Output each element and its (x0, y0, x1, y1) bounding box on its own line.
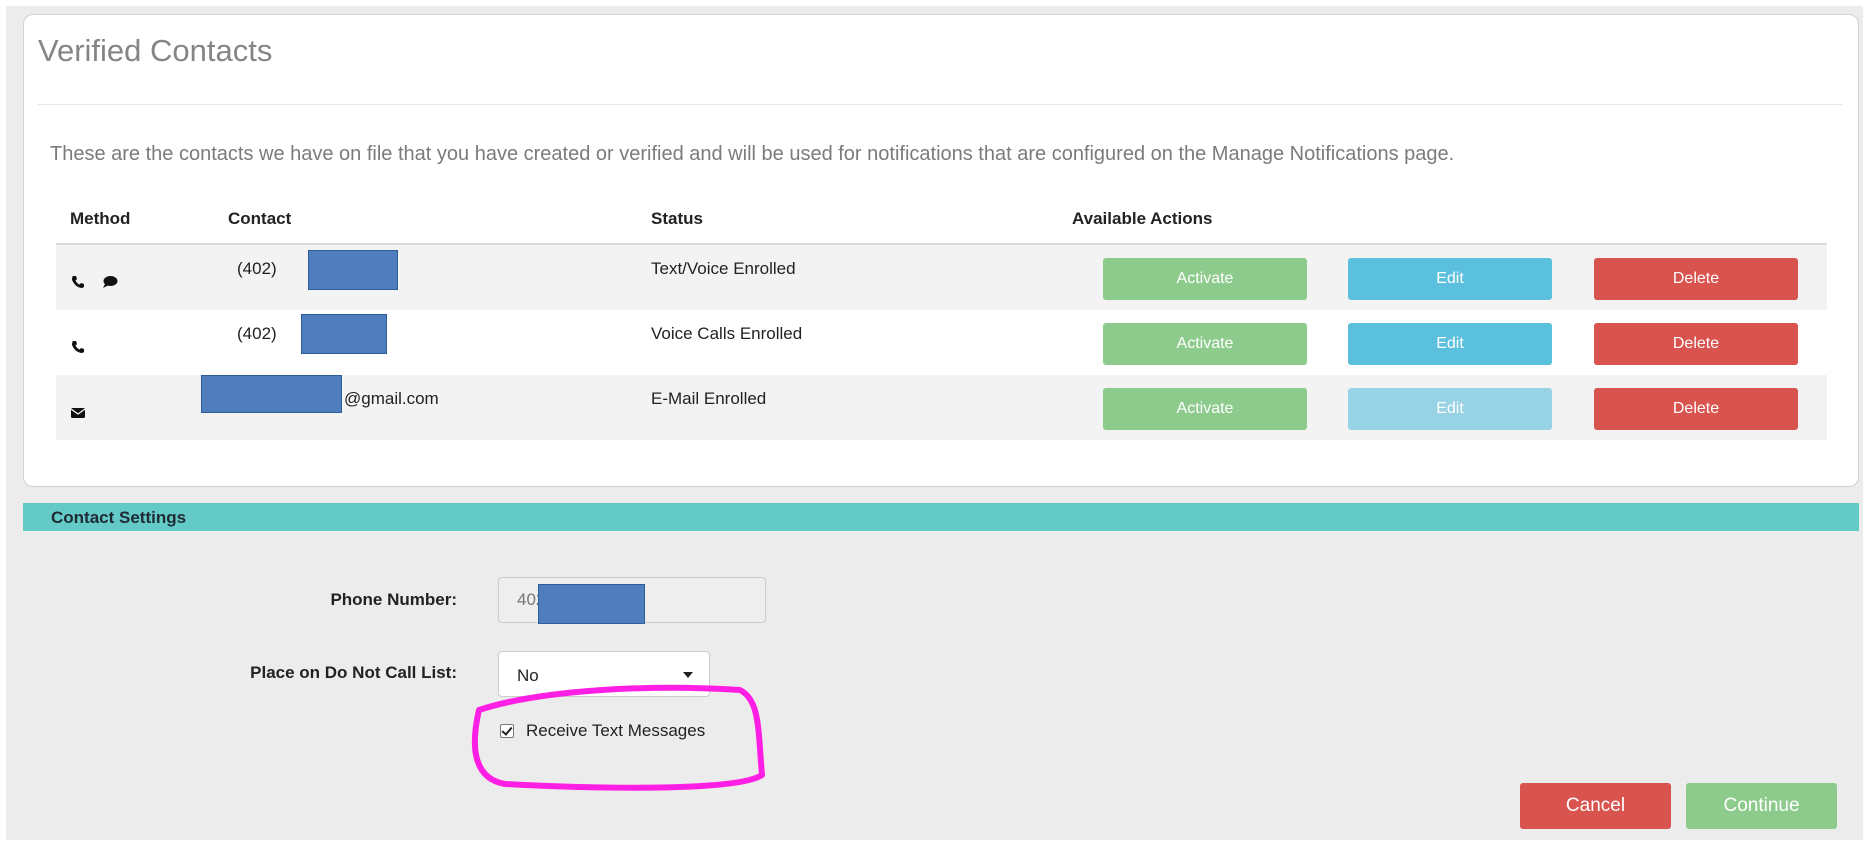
activate-button[interactable]: Activate (1103, 388, 1307, 430)
phone-icon (70, 275, 86, 289)
do-not-call-value: No (517, 666, 539, 685)
phone-number-label: Phone Number: (330, 590, 457, 609)
edit-button[interactable]: Edit (1348, 388, 1552, 430)
redaction-box (201, 375, 342, 413)
table-header: Method Contact Status Available Actions (56, 195, 1827, 245)
redaction-box (308, 250, 398, 290)
redaction-box (301, 314, 387, 354)
activate-button[interactable]: Activate (1103, 323, 1307, 365)
table-row: @gmail.com E-Mail Enrolled Activate Edit… (56, 375, 1827, 440)
continue-button[interactable]: Continue (1686, 783, 1837, 829)
do-not-call-label: Place on Do Not Call List: (250, 663, 457, 682)
status-text: Text/Voice Enrolled (651, 259, 796, 278)
delete-button[interactable]: Delete (1594, 323, 1798, 365)
receive-text-label: Receive Text Messages (526, 721, 706, 740)
status-text: Voice Calls Enrolled (651, 324, 803, 343)
cancel-button[interactable]: Cancel (1520, 783, 1671, 829)
comment-icon (102, 275, 118, 289)
method-icons (70, 340, 86, 354)
delete-button[interactable]: Delete (1594, 258, 1798, 300)
caret-down-icon (683, 672, 693, 678)
delete-button[interactable]: Delete (1594, 388, 1798, 430)
receive-text-checkbox[interactable] (500, 724, 514, 738)
do-not-call-select[interactable]: No (498, 651, 710, 697)
column-header-available-actions: Available Actions (1072, 209, 1213, 228)
panel-intro-text: These are the contacts we have on file t… (50, 143, 1455, 165)
panel-divider (38, 104, 1842, 105)
table-row: (402) Text/Voice Enrolled Activate Edit … (56, 245, 1827, 310)
verified-contacts-panel: Verified Contacts These are the contacts… (23, 14, 1859, 487)
method-icons (70, 275, 118, 289)
column-header-contact: Contact (228, 209, 292, 228)
column-header-status: Status (651, 209, 703, 228)
activate-button[interactable]: Activate (1103, 258, 1307, 300)
contact-settings-title: Contact Settings (51, 508, 187, 527)
phone-icon (70, 340, 86, 354)
contact-value: (402) (237, 259, 277, 278)
contacts-table: Method Contact Status Available Actions … (56, 195, 1827, 440)
contact-value: @gmail.com (344, 389, 439, 408)
edit-button[interactable]: Edit (1348, 323, 1552, 365)
method-icons (70, 405, 86, 419)
panel-title: Verified Contacts (38, 33, 273, 68)
envelope-icon (70, 405, 86, 419)
redaction-box (538, 584, 645, 624)
contact-value: (402) (237, 324, 277, 343)
status-text: E-Mail Enrolled (651, 389, 767, 408)
column-header-method: Method (70, 209, 131, 228)
contact-settings-header: Contact Settings (23, 503, 1859, 531)
edit-button[interactable]: Edit (1348, 258, 1552, 300)
table-row: (402) Voice Calls Enrolled Activate Edit… (56, 310, 1827, 375)
